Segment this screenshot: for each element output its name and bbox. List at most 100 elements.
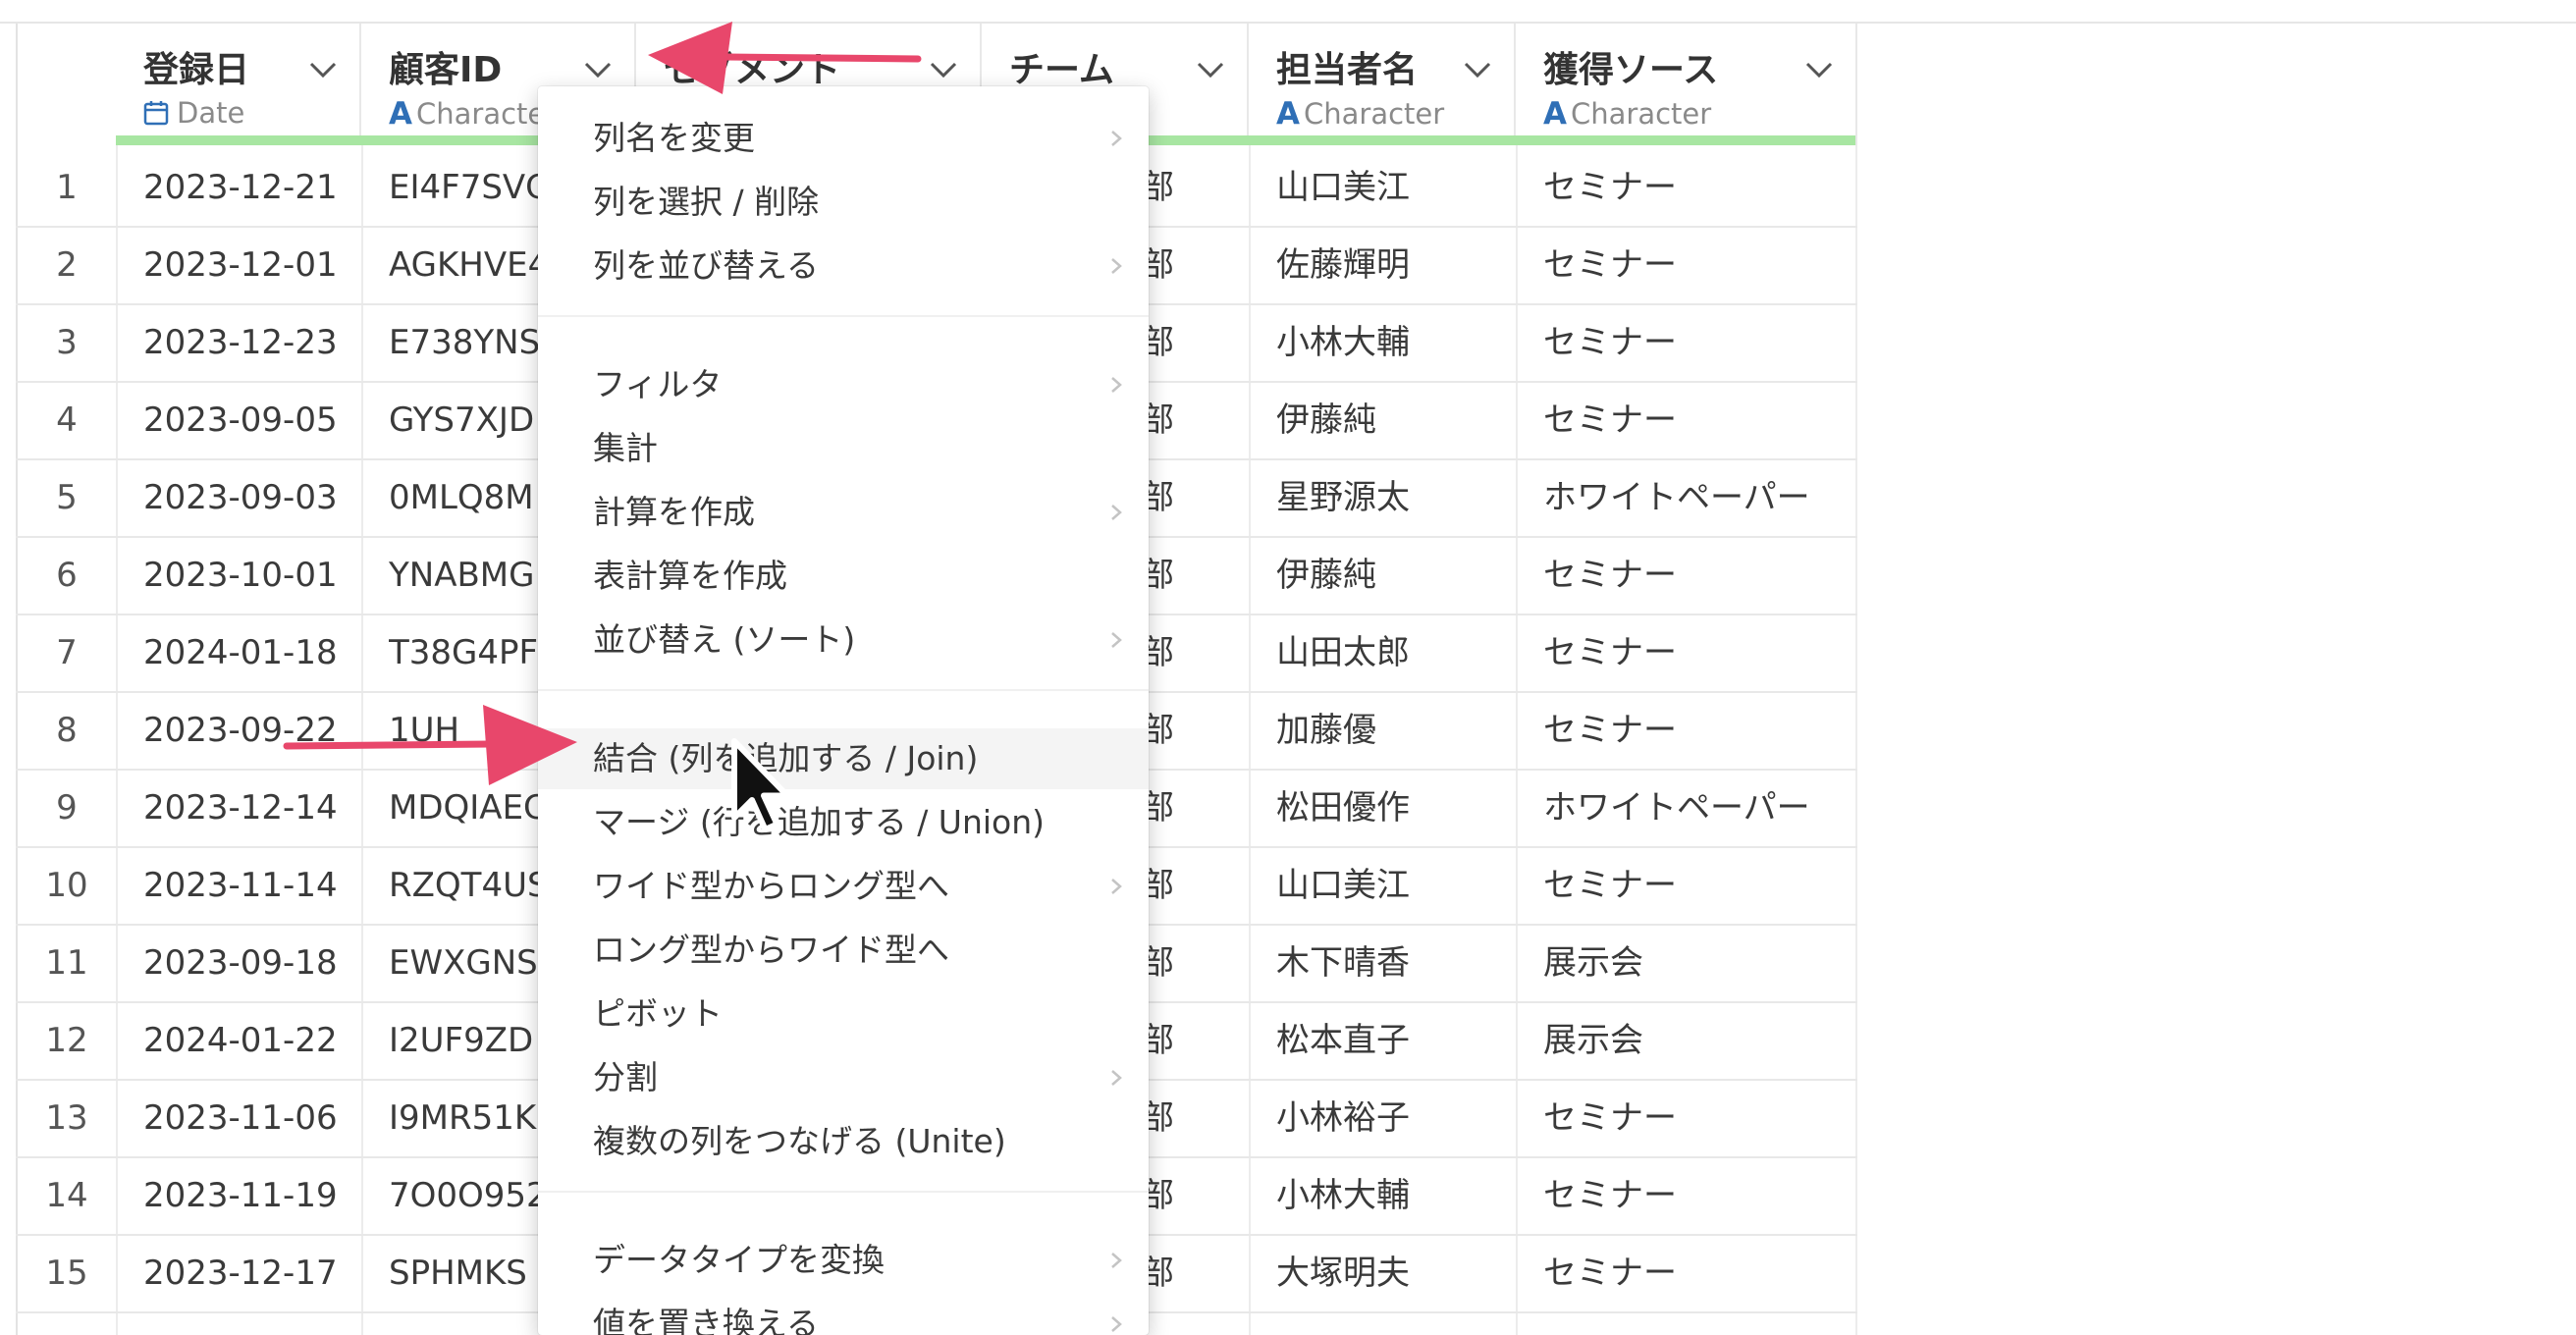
chevron-down-icon[interactable] [583,59,613,80]
menu-item[interactable]: 値を置き換える [538,1294,1149,1335]
menu-item[interactable]: 分割 [538,1047,1149,1108]
menu-item[interactable]: 列名を変更 [538,108,1149,169]
chevron-right-icon [1111,131,1122,146]
cell-person: 小林裕子 [1276,1098,1410,1138]
cell-team: 部 [1141,478,1174,517]
cell-team: 部 [1141,943,1174,983]
menu-item[interactable]: ピボット [538,984,1149,1044]
menu-item[interactable]: 列を選択 / 削除 [538,172,1149,233]
cell-person: 小林大輔 [1276,1176,1410,1215]
cell-person: 松田優作 [1276,788,1410,828]
cell-customer-id: MDQIAEC [389,788,546,828]
cell-source: セミナー [1543,400,1677,440]
row-number: 10 [45,866,88,905]
menu-item-label: ワイド型からロング型へ [593,867,949,905]
chevron-right-icon [1111,1253,1122,1268]
column-type: A Characte [389,96,545,132]
cell-team: 部 [1141,556,1174,595]
cell-team: 部 [1141,1021,1174,1060]
menu-item-label: 並び替え (ソート) [593,620,856,659]
cell-source: セミナー [1543,1254,1677,1293]
cell-customer-id: RZQT4US [389,866,546,905]
character-type-icon: A [1276,96,1300,132]
row-number: 3 [56,323,78,362]
cell-date: 2023-09-05 [143,400,338,440]
chevron-down-icon[interactable] [1463,59,1492,80]
menu-item[interactable]: データタイプを変換 [538,1230,1149,1291]
cell-date: 2024-01-22 [143,1021,338,1060]
menu-item[interactable]: 計算を作成 [538,482,1149,543]
cell-customer-id: GYS7XJD [389,400,535,440]
column-type-label: Characte [416,97,546,131]
menu-item-label: 計算を作成 [593,493,755,531]
cell-team: 部 [1141,711,1174,750]
menu-item[interactable]: 複数の列をつなげる (Unite) [538,1111,1149,1172]
cell-source: 展示会 [1543,1021,1643,1060]
menu-item[interactable]: マージ (行を追加する / Union) [538,792,1149,853]
cell-person: 星野源太 [1276,478,1410,517]
menu-item[interactable]: ワイド型からロング型へ [538,856,1149,917]
cell-source: セミナー [1543,245,1677,285]
cell-source: セミナー [1543,711,1677,750]
cell-person: 松本直子 [1276,1021,1410,1060]
cell-date: 2024-01-18 [143,633,338,672]
menu-item-label: ピボット [593,994,723,1033]
cell-customer-id: EI4F7SVC [389,168,546,207]
menu-item[interactable]: 結合 (列を追加する / Join) [538,728,1149,789]
menu-item[interactable]: 表計算を作成 [538,546,1149,607]
cell-person: 山口美江 [1276,866,1410,905]
column-header[interactable]: 登録日 Date [116,24,361,145]
cell-customer-id: EWXGNS [389,943,538,983]
menu-item-label: 分割 [593,1058,658,1096]
cell-team: 部 [1141,245,1174,285]
menu-item-label: 値を置き換える [593,1305,820,1335]
menu-item-label: マージ (行を追加する / Union) [593,803,1046,841]
chevron-down-icon[interactable] [1196,59,1225,80]
row-number: 6 [56,556,78,595]
menu-item[interactable]: フィルタ [538,354,1149,415]
menu-item[interactable]: 集計 [538,418,1149,479]
column-type-label: Character [1571,97,1712,131]
chevron-down-icon[interactable] [1804,59,1834,80]
cell-date: 2023-09-03 [143,478,338,517]
menu-item-label: ロング型からワイド型へ [593,931,949,969]
cell-team: 部 [1141,788,1174,828]
character-type-icon: A [389,96,412,132]
cell-source: ホワイトペーパー [1543,788,1810,828]
cell-team: 部 [1141,866,1174,905]
cell-team: 部 [1141,168,1174,207]
character-type-icon: A [1543,96,1567,132]
row-number: 7 [56,633,78,672]
column-header-title: 獲得ソース [1543,50,1719,90]
chevron-right-icon [1111,1316,1122,1332]
cell-customer-id: AGKHVE4 [389,245,546,285]
menu-item-label: 表計算を作成 [593,557,787,595]
column-header-title: チーム [1009,50,1114,90]
column-context-menu: 列名を変更 列を選択 / 削除列を並び替えるフィルタ集計計算を作成表計算を作成並び… [538,86,1149,1335]
cell-source: セミナー [1543,168,1677,207]
chevron-down-icon[interactable] [929,59,958,80]
menu-item[interactable]: ロング型からワイド型へ [538,920,1149,981]
menu-item[interactable]: 並び替え (ソート) [538,610,1149,670]
cell-source: ホワイトペーパー [1543,478,1810,517]
column-header[interactable]: 担当者名 A Character [1249,24,1516,145]
cell-date: 2023-11-19 [143,1176,338,1215]
chevron-down-icon[interactable] [308,59,338,80]
row-number: 1 [56,168,78,207]
menu-separator [538,689,1149,691]
cell-date: 2023-09-18 [143,943,338,983]
column-header[interactable]: 獲得ソース A Character [1516,24,1857,145]
row-number: 14 [45,1176,88,1215]
cell-source: 展示会 [1543,943,1643,983]
cell-person: 山田太郎 [1276,633,1410,672]
cell-customer-id: SPHMKS [389,1254,527,1293]
chevron-right-icon [1111,377,1122,393]
chevron-right-icon [1111,632,1122,648]
row-number: 2 [56,245,78,285]
menu-item-label: 列を並び替える [593,246,820,285]
cell-person: 伊藤純 [1276,556,1376,595]
menu-item[interactable]: 列を並び替える [538,236,1149,296]
menu-item-label: 集計 [593,429,658,467]
chevron-right-icon [1111,879,1122,894]
cell-person: 佐藤輝明 [1276,245,1410,285]
